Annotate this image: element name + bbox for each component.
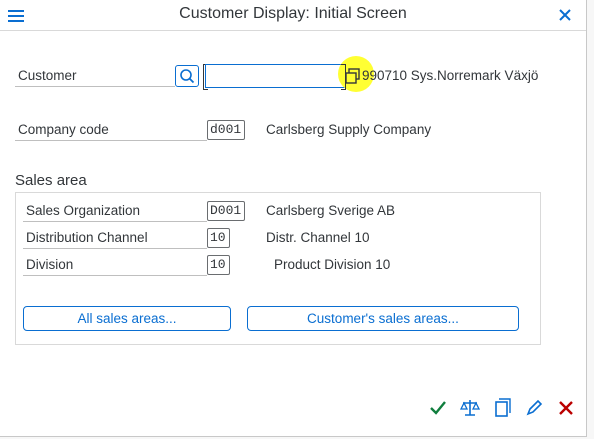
customer-description: 990710 Sys.Norremark Växjö	[362, 68, 539, 83]
sales-org-label: Sales Organization	[26, 203, 141, 218]
title-bar: Customer Display: Initial Screen	[0, 0, 586, 31]
company-code-label-underline	[15, 140, 207, 141]
distribution-channel-field[interactable]: 10	[207, 228, 230, 248]
customer-display-dialog: Customer Display: Initial Screen Custome…	[0, 0, 587, 437]
customer-search-button[interactable]	[175, 65, 199, 87]
search-icon	[180, 69, 195, 84]
copy-icon[interactable]	[491, 397, 513, 419]
customer-label: Customer	[18, 68, 77, 83]
customer-label-underline	[15, 86, 175, 87]
company-code-label: Company code	[18, 122, 109, 137]
sales-org-field[interactable]: D001	[207, 201, 245, 221]
company-code-description: Carlsberg Supply Company	[266, 122, 432, 137]
window-title: Customer Display: Initial Screen	[179, 5, 407, 22]
distribution-channel-description: Distr. Channel 10	[266, 230, 370, 245]
division-label: Division	[26, 257, 74, 272]
sales-org-description: Carlsberg Sverige AB	[266, 203, 396, 218]
customers-sales-areas-button[interactable]: Customer's sales areas...	[247, 306, 519, 331]
division-description: Product Division 10	[274, 257, 391, 272]
checkmark-icon[interactable]	[427, 397, 449, 419]
all-sales-areas-button[interactable]: All sales areas...	[23, 306, 231, 331]
customer-input[interactable]	[205, 64, 345, 88]
balance-scale-icon[interactable]	[459, 397, 481, 419]
distribution-channel-label-underline	[23, 248, 207, 249]
cancel-x-icon[interactable]	[555, 397, 577, 419]
company-code-field[interactable]: d001	[207, 120, 245, 140]
value-help-icon[interactable]	[344, 67, 362, 85]
sales-org-label-underline	[23, 221, 207, 222]
edit-pencil-icon[interactable]	[523, 397, 545, 419]
close-icon[interactable]	[555, 5, 575, 25]
sales-area-title: Sales area	[15, 172, 87, 189]
division-label-underline	[23, 275, 207, 276]
distribution-channel-label: Distribution Channel	[26, 230, 148, 245]
division-field[interactable]: 10	[207, 255, 230, 275]
